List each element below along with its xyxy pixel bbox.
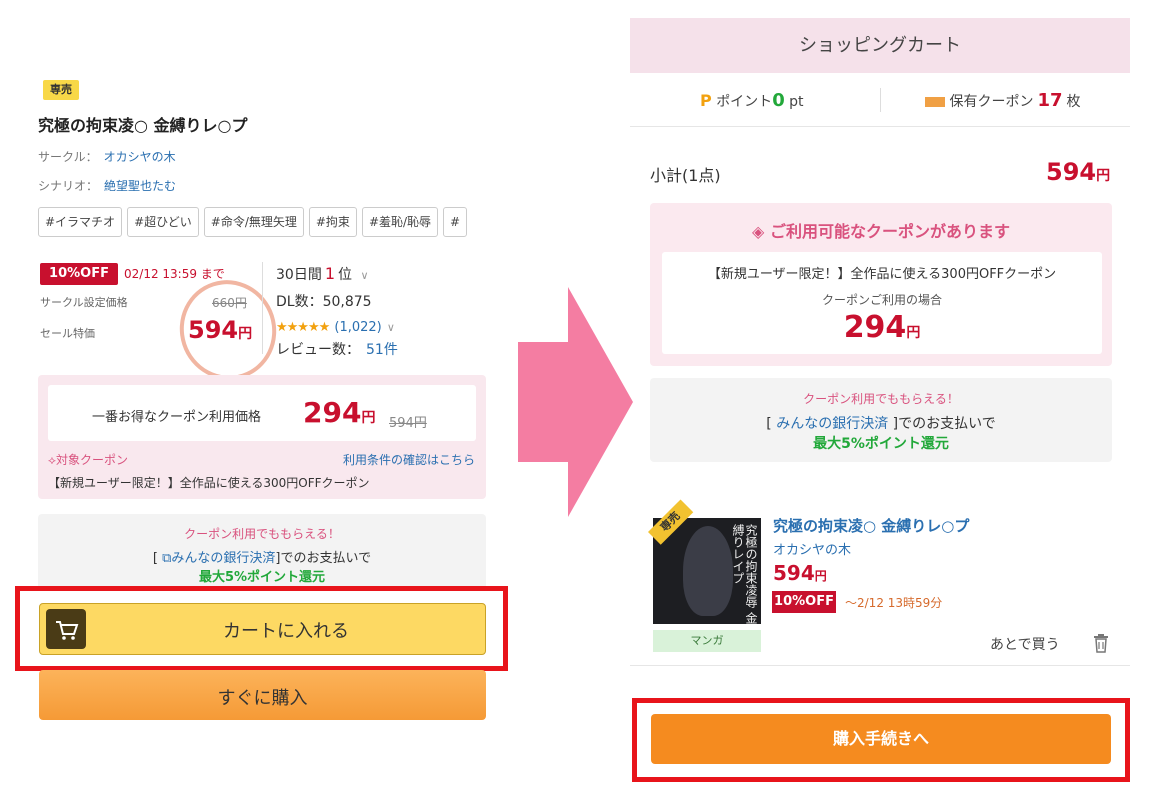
owned-coupons[interactable]: 保有クーポン 17 枚 — [925, 90, 1081, 111]
proceed-to-checkout-button[interactable]: 購入手続きへ — [651, 714, 1111, 764]
divider — [880, 88, 881, 112]
point-icon: P — [700, 91, 712, 110]
cart-header: ショッピングカート — [630, 18, 1130, 73]
bank-link[interactable]: みんなの銀行決済 — [171, 551, 275, 566]
circle-row: サークル： オカシヤの木 — [38, 148, 176, 165]
exclusive-badge: 専売 — [43, 80, 79, 100]
best-price: 294円 — [303, 396, 376, 429]
external-link-icon: ⧉ — [162, 551, 172, 566]
bank-header: クーポン利用でももらえる！ — [184, 527, 340, 541]
rating[interactable]: ★★★★★ (1,022) ∨ — [276, 316, 395, 335]
bank-link[interactable]: みんなの銀行決済 — [776, 416, 888, 432]
terms-link[interactable]: 利用条件の確認はこちら — [343, 451, 475, 468]
genre-label: マンガ — [653, 630, 761, 652]
coupon-description: 【新規ユーザー限定！】全作品に使える300円OFFクーポン — [48, 476, 370, 490]
best-orig-price: 594円 — [389, 416, 427, 431]
coupon-tag-icon: ◈ — [752, 222, 765, 241]
buy-now-label: すぐに購入 — [217, 688, 308, 709]
add-to-cart-label: カートに入れる — [223, 621, 349, 642]
product-title: 究極の拘束凌○ 金縛りレ○プ — [38, 116, 248, 135]
ranking[interactable]: 30日間 1 位 ∨ — [276, 264, 369, 284]
chevron-down-icon: ∨ — [386, 321, 395, 334]
set-price-label: サークル設定価格 — [40, 296, 128, 309]
points: P ポイント0 pt — [700, 90, 804, 111]
save-for-later-button[interactable]: あとで買う — [990, 634, 1060, 654]
tag-item[interactable]: #超ひどい — [127, 207, 199, 237]
bank-header: クーポン利用でももらえる！ — [803, 392, 959, 406]
best-coupon-label: 一番お得なクーポン利用価格 — [92, 410, 262, 425]
available-coupon-desc: 【新規ユーザー限定！】全作品に使える300円OFFクーポン — [707, 267, 1057, 282]
sale-label: セール特価 — [40, 327, 95, 340]
review-count[interactable]: レビュー数： 51件 — [276, 339, 398, 359]
coupon-ticket-icon — [925, 97, 945, 107]
available-coupon-title: ◈ ご利用可能なクーポンがあります — [752, 222, 1010, 241]
cart-item-discount: 10%OFF — [772, 591, 836, 613]
dl-count: DL数：50,875 — [276, 294, 372, 310]
scenario-row: シナリオ： 絶望聖也たむ — [38, 177, 176, 194]
sale-deadline: 02/12 13:59 まで — [124, 267, 225, 281]
divider — [630, 126, 1130, 127]
cart-icon — [46, 609, 86, 649]
tag-item[interactable]: #イラマチオ — [38, 207, 123, 237]
bank-text: [ みんなの銀行決済 ]でのお支払いで — [766, 416, 996, 432]
scenario-label: シナリオ： — [38, 179, 99, 193]
target-coupon: ⟡対象クーポン — [48, 453, 128, 467]
cart-item-deadline: ～2/12 13時59分 — [845, 596, 943, 610]
cart-item-circle[interactable]: オカシヤの木 — [773, 539, 851, 558]
circle-label: サークル： — [38, 150, 98, 164]
tag-item[interactable]: #羞恥/恥辱 — [361, 207, 439, 237]
subtotal-price: 594円 — [1046, 158, 1111, 186]
cart-item-title[interactable]: 究極の拘束凌○ 金縛りレ○プ — [773, 515, 969, 536]
subtotal-label: 小計(1点) — [650, 166, 721, 185]
bank-text: [ ⧉みんなの銀行決済]でのお支払いで — [152, 551, 372, 566]
tag-list: #イラマチオ #超ひどい #命令/無理矢理 #拘束 #羞恥/恥辱 # — [38, 207, 500, 237]
chevron-down-icon: ∨ — [360, 269, 369, 282]
coupon-tag-icon: ⟡ — [48, 453, 56, 467]
bank-reward: 最大5%ポイント還元 — [813, 436, 949, 452]
tag-item[interactable]: # — [443, 207, 468, 237]
cart-item-price: 594円 — [773, 561, 827, 585]
divider — [262, 262, 263, 354]
coupon-case-label: クーポンご利用の場合 — [821, 293, 942, 307]
trash-icon[interactable] — [1092, 633, 1110, 657]
bank-reward: 最大5%ポイント還元 — [198, 570, 326, 585]
coupon-price: 294円 — [843, 310, 921, 345]
tag-item[interactable]: #命令/無理矢理 — [203, 207, 304, 237]
divider — [630, 665, 1130, 666]
circle-link[interactable]: オカシヤの木 — [104, 150, 176, 164]
scenario-link[interactable]: 絶望聖也たむ — [104, 179, 176, 193]
tag-item[interactable]: #拘束 — [308, 207, 357, 237]
circle-annotation — [166, 267, 290, 393]
stars-icon: ★★★★★ — [276, 320, 330, 335]
discount-badge: 10%OFF — [40, 263, 118, 285]
right-arrow-icon — [518, 287, 633, 517]
